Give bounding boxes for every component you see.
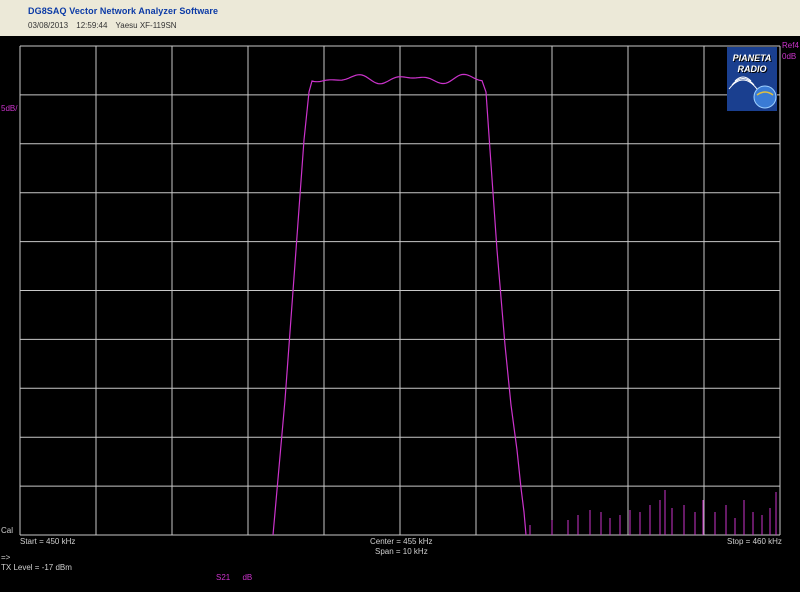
reference-label: Ref4 0dB [782,40,799,62]
pianeta-radio-logo: PIANETA RADIO [727,47,777,111]
logo-text-1: PIANETA [732,53,772,63]
scale-label: 5dB/ [1,104,18,113]
trace-name: S21 [216,573,231,582]
span-frequency: Span = 10 kHz [375,547,428,556]
stop-frequency: Stop = 460 kHz [727,537,782,546]
plot-area[interactable] [0,0,800,592]
noise-floor-spikes [529,490,777,535]
plot-grid [19,45,781,536]
logo-text-2: RADIO [737,64,767,74]
center-frequency: Center = 455 kHz [370,537,433,546]
ref-line-2: 0dB [782,52,797,61]
tx-level: TX Level = -17 dBm [1,563,72,572]
trace-legend: S21 dB [216,573,262,582]
cal-label: Cal [1,526,14,535]
trace-unit: dB [242,573,253,582]
cursor-arrow: => [1,553,11,562]
start-frequency: Start = 450 kHz [20,537,76,546]
ref-line-1: Ref4 [782,41,799,50]
